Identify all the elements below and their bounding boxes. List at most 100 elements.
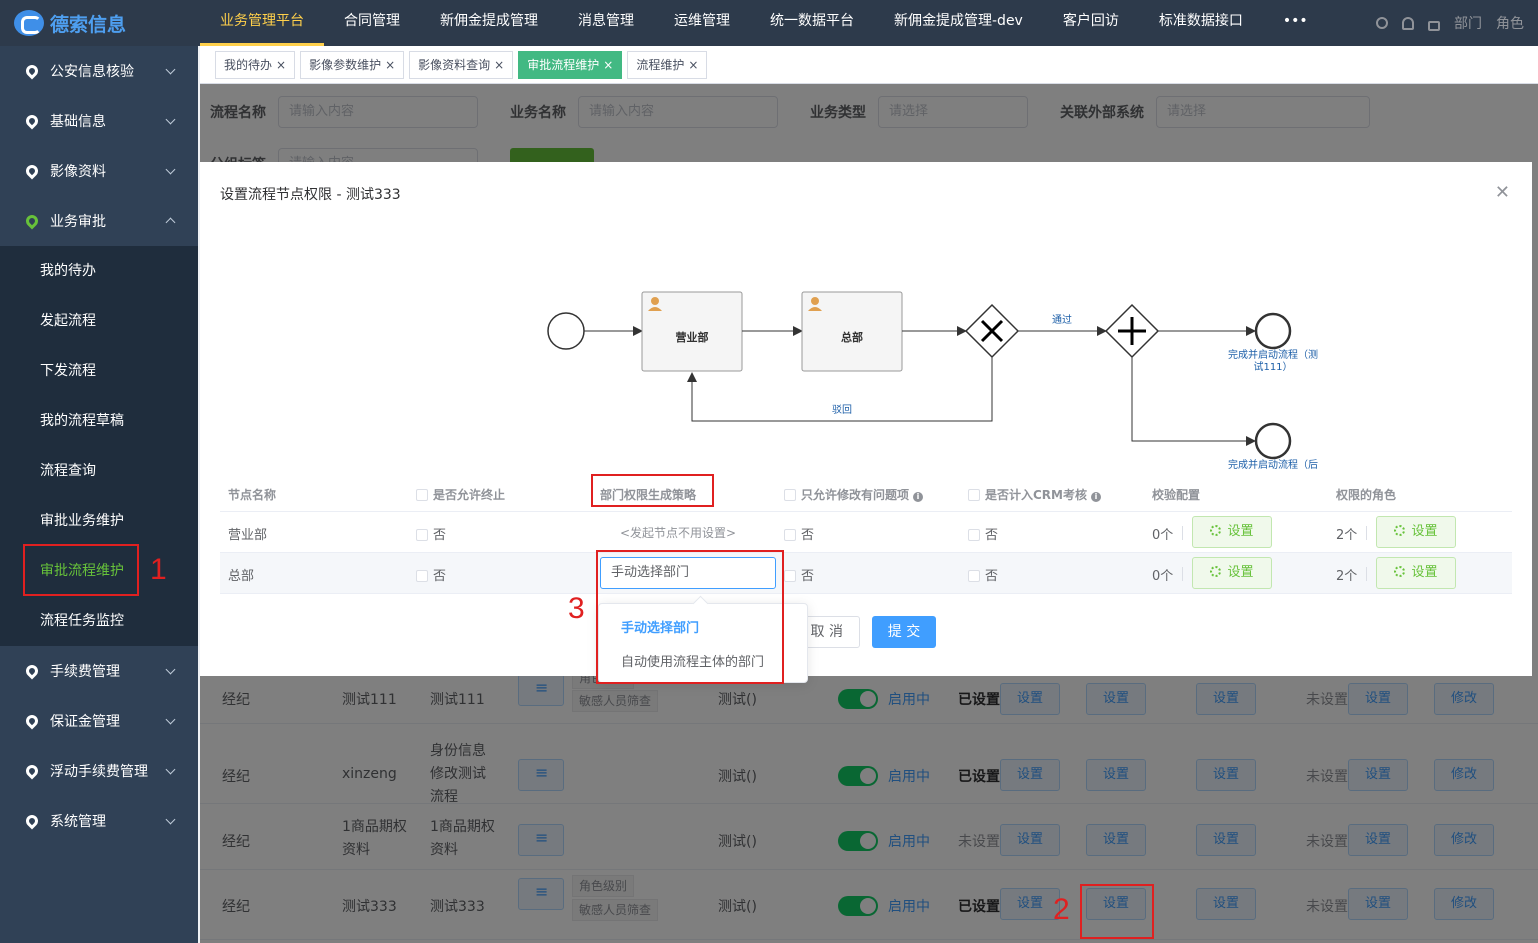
tab-image-query[interactable]: 影像资料查询 ×	[409, 50, 514, 79]
header-checkbox[interactable]	[416, 489, 428, 501]
sidebar-group-fees[interactable]: 手续费管理	[0, 646, 198, 696]
parallel-gateway[interactable]	[1104, 303, 1160, 359]
nav-item-customer-visit[interactable]: 客户回访	[1043, 0, 1139, 46]
close-icon[interactable]: ×	[688, 58, 698, 72]
gear-icon	[1394, 525, 1406, 536]
verify-set-button[interactable]: 设置	[1192, 557, 1272, 589]
tab-flow-maint[interactable]: 流程维护 ×	[627, 50, 708, 79]
location-pin-icon	[23, 762, 41, 780]
crm-checkbox[interactable]	[968, 529, 980, 541]
lock-icon[interactable]	[1428, 20, 1440, 31]
strategy-cell: <发起节点不用设置>	[620, 526, 737, 540]
sidebar-group-biz-approval[interactable]: 业务审批	[0, 196, 198, 246]
cell-value: 否	[801, 528, 815, 543]
close-icon[interactable]: ×	[494, 58, 504, 72]
annotation-box-3	[596, 550, 784, 684]
sidebar-item-drafts[interactable]: 我的流程草稿	[0, 396, 198, 446]
sidebar-group-image[interactable]: 影像资料	[0, 146, 198, 196]
search-icon[interactable]	[1376, 17, 1388, 29]
crm-cell: 否	[968, 524, 998, 543]
sidebar-group-system[interactable]: 系统管理	[0, 796, 198, 846]
sidebar-group-police-verify[interactable]: 公安信息核验	[0, 46, 198, 96]
button-label: 设置	[1411, 565, 1438, 580]
sidebar-group-basic-info[interactable]: 基础信息	[0, 96, 198, 146]
terminate-checkbox[interactable]	[416, 529, 428, 541]
header-checkbox[interactable]	[968, 489, 980, 501]
terminate-cell: 否	[416, 524, 446, 543]
annotation-number-2: 2	[1053, 893, 1070, 926]
cell-value: 否	[433, 569, 447, 584]
th-label: 是否允许终止	[433, 488, 506, 502]
roles-set-button[interactable]: 设置	[1376, 557, 1456, 589]
start-event[interactable]	[547, 312, 585, 350]
end-event-label: 试111）	[1253, 360, 1292, 373]
tab-label: 影像参数维护	[309, 57, 382, 72]
th-count-crm: 是否计入CRM考核 i	[968, 486, 1101, 503]
role-link[interactable]: 角色	[1496, 13, 1524, 33]
task-label: 总部	[841, 330, 863, 344]
submit-button[interactable]: 提 交	[872, 616, 936, 648]
close-icon[interactable]: ×	[603, 58, 613, 72]
verify-set-button[interactable]: 设置	[1192, 516, 1272, 548]
bell-icon[interactable]	[1402, 16, 1414, 30]
sidebar: 公安信息核验 基础信息 影像资料 业务审批 我的待办 发起流程 下发流程 我的流…	[0, 46, 198, 943]
gear-icon	[1210, 525, 1222, 536]
edge-label-reject: 驳回	[832, 404, 852, 416]
gear-icon	[1210, 566, 1222, 577]
nav-item-message[interactable]: 消息管理	[558, 0, 654, 46]
close-icon[interactable]: ×	[385, 58, 395, 72]
nav-item-contract[interactable]: 合同管理	[324, 0, 420, 46]
divider	[1182, 526, 1183, 540]
tab-approval-flow[interactable]: 审批流程维护 ×	[518, 50, 623, 79]
nav-item-data-platform[interactable]: 统一数据平台	[750, 0, 874, 46]
modify-checkbox[interactable]	[784, 570, 796, 582]
table-row: 营业部 否 <发起节点不用设置> 否 否 0个 设置 2个 设置	[220, 512, 1512, 553]
close-icon[interactable]: ×	[276, 58, 286, 72]
roles-set-button[interactable]: 设置	[1376, 516, 1456, 548]
sidebar-group-label: 影像资料	[50, 164, 106, 180]
nav-item-biz-platform[interactable]: 业务管理平台	[200, 0, 324, 46]
logo-icon	[14, 10, 44, 36]
sidebar-item-approval-biz[interactable]: 审批业务维护	[0, 496, 198, 546]
nav-item-std-api[interactable]: 标准数据接口	[1139, 0, 1263, 46]
annotation-box-2	[1080, 884, 1154, 939]
sidebar-item-flow-query[interactable]: 流程查询	[0, 446, 198, 496]
sidebar-item-my-todo[interactable]: 我的待办	[0, 246, 198, 296]
info-icon[interactable]: i	[1091, 492, 1101, 502]
location-pin-icon	[23, 62, 41, 80]
chevron-down-icon	[165, 664, 176, 675]
nav-item-commission-dev[interactable]: 新佣金提成管理-dev	[874, 0, 1043, 46]
tab-my-todo[interactable]: 我的待办 ×	[215, 50, 296, 79]
terminate-checkbox[interactable]	[416, 570, 428, 582]
sidebar-group-label: 基础信息	[50, 114, 106, 130]
sidebar-item-start-flow[interactable]: 发起流程	[0, 296, 198, 346]
sidebar-item-task-monitor[interactable]: 流程任务监控	[0, 596, 198, 646]
tab-image-params[interactable]: 影像参数维护 ×	[300, 50, 405, 79]
crm-checkbox[interactable]	[968, 570, 980, 582]
th-label: 是否计入CRM考核	[985, 488, 1087, 502]
modify-cell: 否	[784, 524, 814, 543]
verify-count: 0个	[1152, 528, 1174, 543]
location-pin-icon	[23, 712, 41, 730]
sidebar-group-label: 浮动手续费管理	[50, 764, 148, 780]
cell-value: 否	[985, 569, 999, 584]
app-logo[interactable]: 德索信息	[0, 0, 200, 46]
end-event[interactable]	[1254, 422, 1292, 460]
sidebar-group-margin[interactable]: 保证金管理	[0, 696, 198, 746]
th-roles: 权限的角色	[1336, 488, 1397, 502]
nav-item-commission[interactable]: 新佣金提成管理	[420, 0, 558, 46]
nav-item-ops[interactable]: 运维管理	[654, 0, 750, 46]
nav-more-button[interactable]: •••	[1263, 0, 1328, 46]
info-icon[interactable]: i	[913, 492, 924, 502]
dept-link[interactable]: 部门	[1454, 13, 1482, 33]
end-event[interactable]	[1254, 312, 1292, 350]
end-event-label: 完成并启动流程（测	[1228, 348, 1318, 361]
sidebar-item-issue-flow[interactable]: 下发流程	[0, 346, 198, 396]
divider	[1366, 526, 1367, 540]
sidebar-group-float-fees[interactable]: 浮动手续费管理	[0, 746, 198, 796]
crm-cell: 否	[968, 565, 998, 584]
exclusive-gateway[interactable]	[964, 303, 1020, 359]
modify-checkbox[interactable]	[784, 529, 796, 541]
node-name: 总部	[228, 569, 255, 584]
header-checkbox[interactable]	[784, 489, 796, 501]
